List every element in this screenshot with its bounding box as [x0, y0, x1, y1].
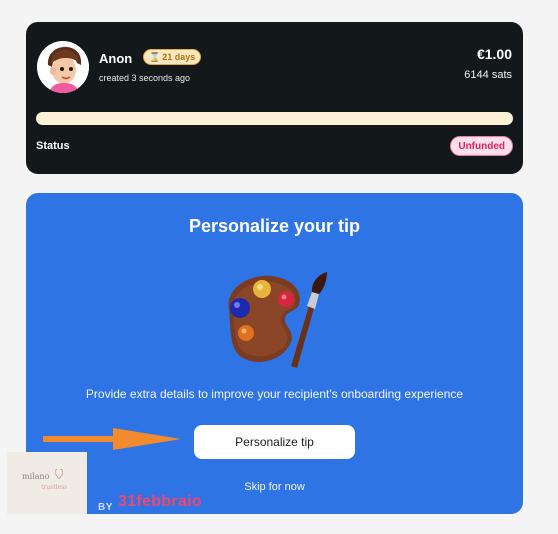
funding-progress-bar	[36, 112, 513, 125]
personalize-description: Provide extra details to improve your re…	[85, 387, 464, 401]
status-badge: Unfunded	[450, 136, 513, 156]
tip-amount: €1.00	[476, 46, 512, 62]
created-timestamp: created 3 seconds ago	[99, 73, 191, 83]
days-badge-label: 21 days	[162, 52, 196, 62]
personalize-tip-button[interactable]: Personalize tip	[194, 425, 355, 459]
skip-for-now-link[interactable]: Skip for now	[26, 481, 523, 493]
paint-palette-icon	[215, 270, 335, 374]
logo-line-1: milano	[22, 472, 50, 481]
hourglass-icon: ⌛	[149, 51, 161, 62]
status-label: Status	[36, 140, 70, 152]
days-badge: ⌛ 21 days	[143, 49, 202, 65]
tip-card: Anon ⌛ 21 days created 3 seconds ago €1.…	[26, 22, 523, 174]
personalize-card: Personalize your tip Provide extra detai…	[26, 193, 523, 514]
brand-logo-31febbraio: 31febbraio	[118, 493, 202, 510]
milano-trustless-logo: milano trustless	[7, 452, 87, 514]
personalize-title: Personalize your tip	[188, 216, 361, 236]
by-label: BY	[98, 502, 113, 513]
logo-line-2: trustless	[41, 484, 68, 491]
location-pin-icon	[54, 466, 64, 484]
orange-arrow-annotation	[43, 428, 181, 450]
tip-sats: 6144 sats	[464, 69, 512, 81]
user-name: Anon	[99, 51, 133, 66]
avatar	[37, 41, 89, 93]
